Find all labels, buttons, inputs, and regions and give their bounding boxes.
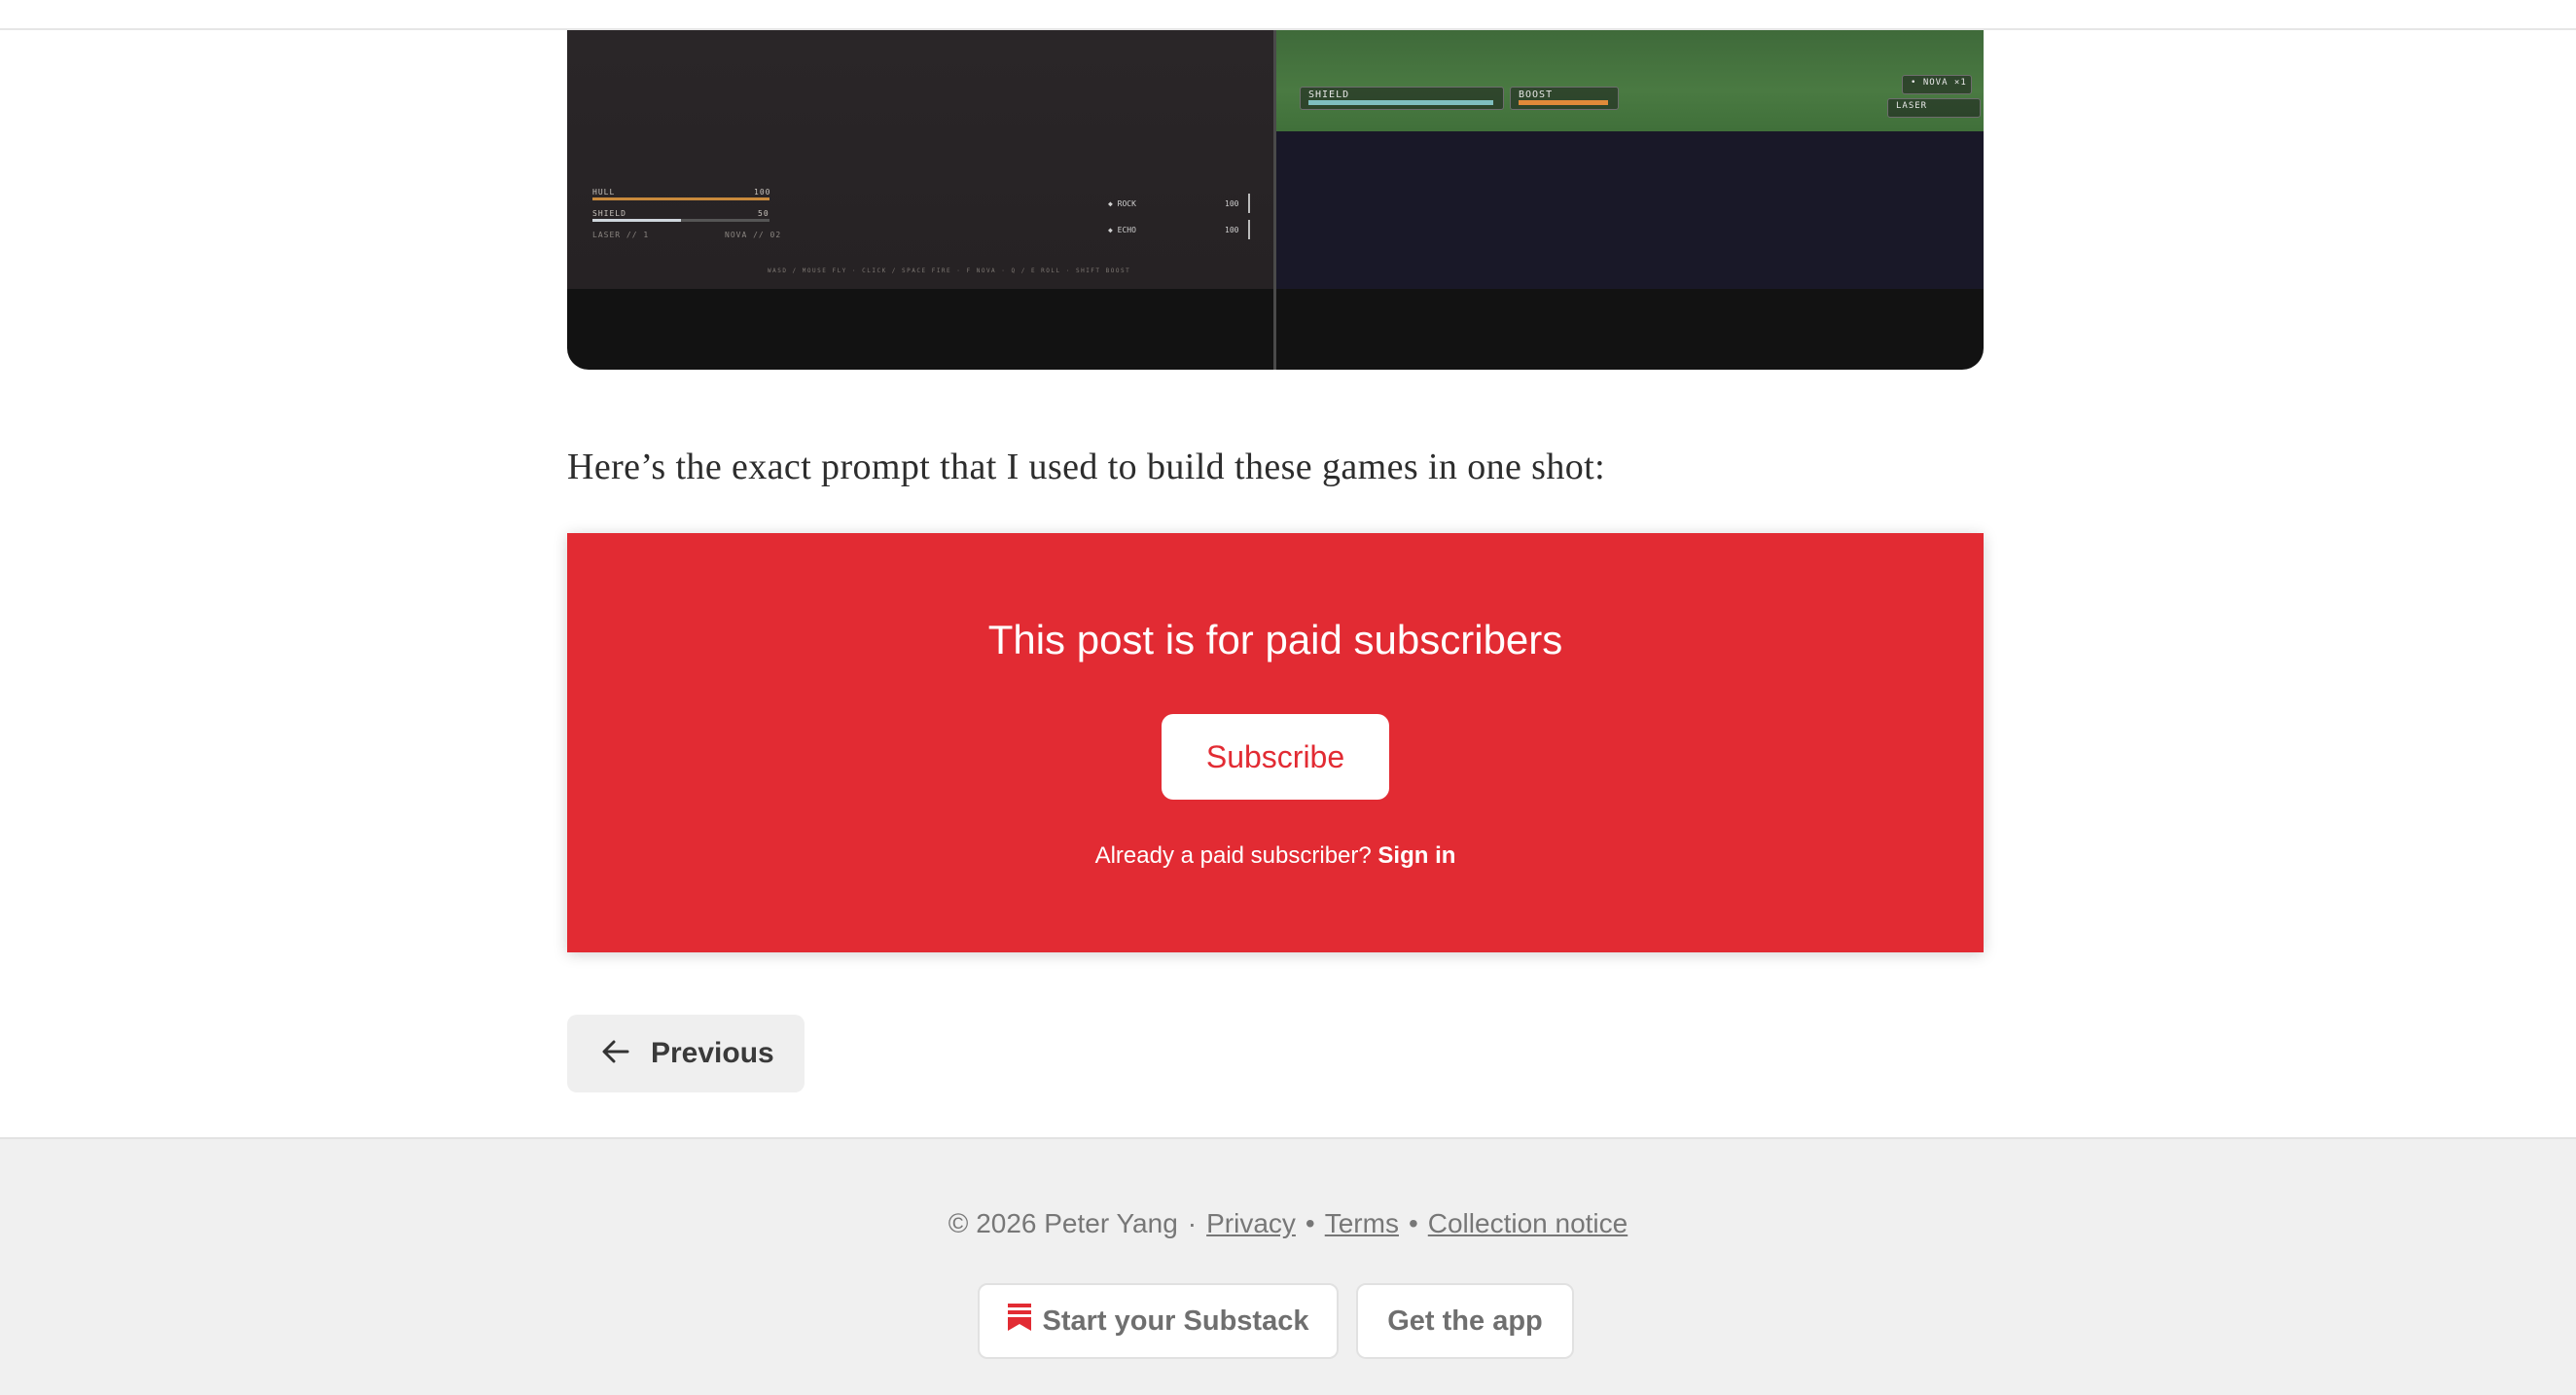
site-footer: © 2026 Peter Yang · Privacy • Terms • Collecti… [0, 1137, 2576, 1395]
shield-gauge: SHIELD [1300, 87, 1504, 110]
meter-echo-label: ◆ ECHO [1108, 226, 1136, 234]
copyright-text: © 2026 Peter Yang [948, 1208, 1178, 1238]
shield-value: 50 [758, 209, 769, 218]
top-bar [0, 0, 2576, 30]
controls-hint: WASD / MOUSE FLY · CLICK / SPACE FIRE · … [768, 268, 1131, 274]
hull-bar [592, 197, 769, 200]
weapon-left-label: LASER // 1 [592, 231, 650, 239]
shield-bar [592, 219, 769, 222]
hull-label: HULL [592, 188, 616, 197]
paywall-title: This post is for paid subscribers [987, 617, 1563, 662]
meter-echo-value: 100 [1225, 226, 1239, 234]
sign-in-link[interactable]: Sign in [1377, 842, 1455, 869]
boost-gauge-fill [1519, 100, 1608, 105]
paywall-box: This post is for paid subscribers Subscr… [567, 533, 1984, 952]
split-divider [1273, 30, 1276, 370]
game-left-pane: HULL 100 SHIELD 50 LASER // 1 NOVA // 02… [567, 30, 1273, 289]
meter-rock-tick [1248, 194, 1250, 213]
terms-link[interactable]: Terms [1325, 1208, 1399, 1238]
footer-dot-separator: · [1187, 1208, 1198, 1238]
meter-rock-value: 100 [1225, 199, 1239, 208]
nova-label: • NOVA ×1 [1911, 78, 1967, 88]
right-shield-label: SHIELD [1308, 89, 1350, 100]
substack-logo-icon [1007, 1304, 1031, 1339]
subscribe-button[interactable]: Subscribe [1162, 714, 1389, 800]
previous-label: Previous [651, 1037, 774, 1069]
laser-chip: LASER [1887, 98, 1981, 118]
get-app-label: Get the app [1387, 1305, 1543, 1337]
shield-label: SHIELD [592, 209, 626, 218]
laser-label: LASER [1896, 101, 1928, 111]
game-screenshot-figure: HULL 100 SHIELD 50 LASER // 1 NOVA // 02… [567, 30, 1984, 370]
lead-paragraph: Here’s the exact prompt that I used to b… [567, 447, 1606, 487]
start-substack-button[interactable]: Start your Substack [978, 1283, 1339, 1359]
collection-notice-link[interactable]: Collection notice [1428, 1208, 1628, 1238]
footer-bullet-separator: • [1408, 1208, 1418, 1238]
already-subscriber-line: Already a paid subscriber? Sign in [567, 842, 1984, 870]
meter-echo-tick [1248, 220, 1250, 239]
start-substack-label: Start your Substack [1042, 1305, 1309, 1337]
footer-bullet-separator: • [1305, 1208, 1315, 1238]
meter-rock-label: ◆ ROCK [1108, 199, 1136, 208]
already-subscriber-text: Already a paid subscriber? [1094, 842, 1372, 869]
nova-chip: • NOVA ×1 [1902, 75, 1972, 94]
arrow-left-icon [600, 1036, 631, 1072]
get-app-button[interactable]: Get the app [1356, 1283, 1574, 1359]
footer-links: © 2026 Peter Yang · Privacy • Terms • Collecti… [0, 1208, 2576, 1239]
weapon-right-label: NOVA // 02 [725, 231, 782, 239]
boost-gauge: BOOST [1510, 87, 1619, 110]
terrain [1276, 30, 1984, 131]
privacy-link[interactable]: Privacy [1206, 1208, 1296, 1238]
right-boost-label: BOOST [1519, 89, 1554, 100]
hull-value: 100 [754, 188, 771, 197]
previous-post-button[interactable]: Previous [567, 1015, 805, 1092]
shield-gauge-fill [1308, 100, 1493, 105]
game-right-pane: SHIELD BOOST • NOVA ×1 LASER [1276, 30, 1984, 289]
